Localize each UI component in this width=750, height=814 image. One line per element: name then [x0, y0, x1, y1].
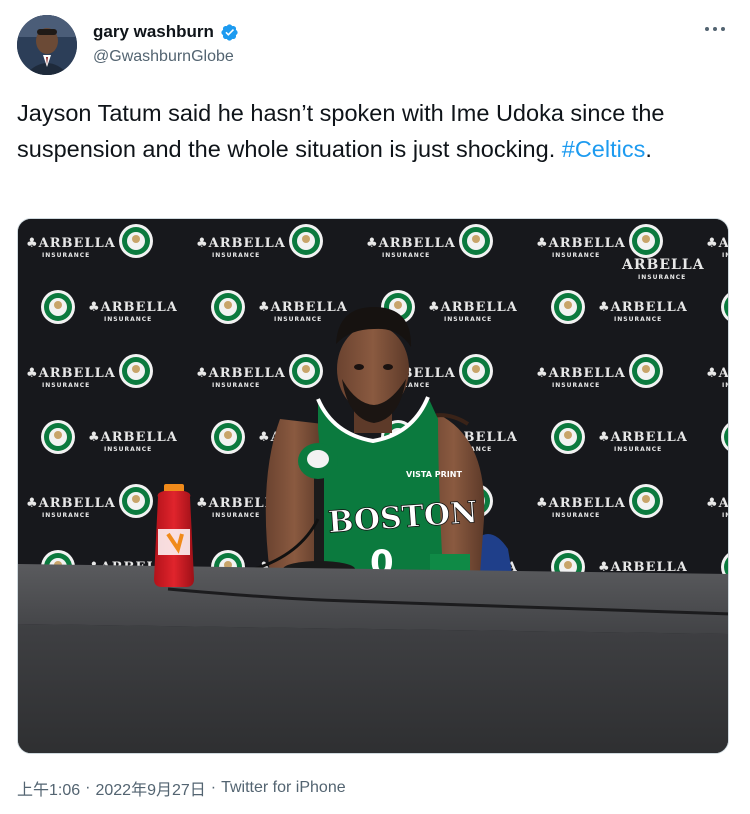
author-block: gary washburn @GwashburnGlobe [93, 20, 239, 66]
tweet-time[interactable]: 上午1:06 [17, 776, 80, 800]
backdrop-sponsor: ARBELLA [621, 257, 705, 273]
ellipsis-icon [705, 27, 725, 31]
tweet-text: Jayson Tatum said he hasn’t spoken with … [17, 95, 717, 167]
meta-separator-2: · [210, 779, 217, 796]
tweet-card: gary washburn @GwashburnGlobe Jayson Tat… [0, 0, 750, 814]
hashtag-link[interactable]: #Celtics [562, 136, 646, 162]
avatar[interactable] [17, 15, 77, 75]
more-options-button[interactable] [702, 18, 728, 40]
tweet-photo[interactable]: ♣ARBELLA INSURANCE ♣ARBELLA INSURANCE [17, 218, 729, 754]
display-name[interactable]: gary washburn [93, 22, 214, 42]
gatorade-bottle [154, 484, 194, 587]
verified-badge-icon [220, 23, 239, 42]
display-name-row: gary washburn [93, 20, 239, 44]
press-conference-photo: ♣ARBELLA INSURANCE ♣ARBELLA INSURANCE [18, 219, 728, 753]
tweet-date[interactable]: 2022年9月27日 [95, 776, 205, 800]
backdrop-sponsor-sub: INSURANCE [638, 274, 686, 281]
jersey-patch: VISTA PRINT [406, 470, 462, 479]
handle[interactable]: @GwashburnGlobe [93, 48, 239, 66]
tweet-meta: 上午1:06 · 2022年9月27日 · Twitter for iPhone [17, 776, 346, 800]
meta-separator: · [85, 779, 91, 796]
avatar-image [17, 15, 77, 75]
tweet-source[interactable]: Twitter for iPhone [221, 779, 346, 797]
tweet-text-end: . [645, 136, 652, 162]
